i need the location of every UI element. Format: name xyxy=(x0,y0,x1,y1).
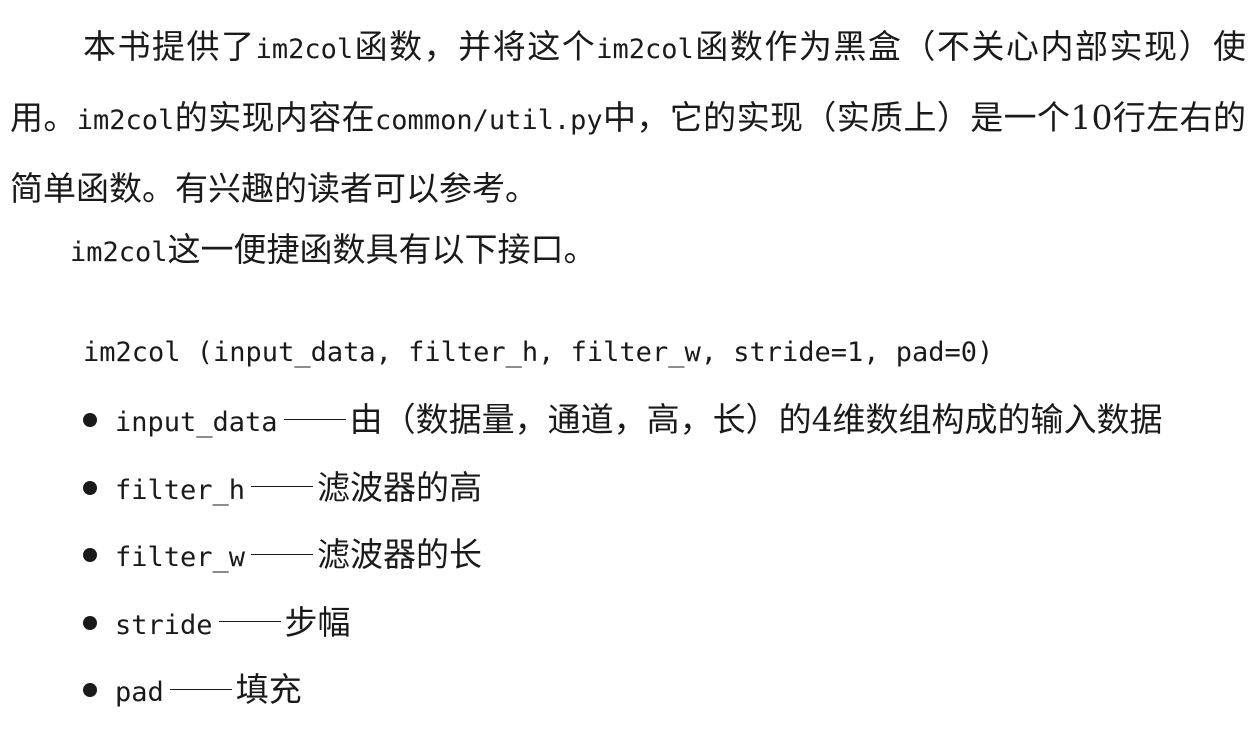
bullet-icon xyxy=(83,615,97,630)
list-item: input_data 由（数据量，通道，高，长）的4维数组构成的输入数据 xyxy=(83,386,1243,454)
code-im2col: im2col xyxy=(70,237,168,268)
book-page: 本书提供了im2col函数，并将这个im2col函数作为黑盒（不关心内部实现）使… xyxy=(0,0,1256,732)
interface-text: 这一便捷函数具有以下接口。 xyxy=(167,230,597,269)
intro-text-4: 的实现内容在 xyxy=(174,98,376,137)
parameter-list: input_data 由（数据量，通道，高，长）的4维数组构成的输入数据 filt… xyxy=(83,386,1243,724)
intro-text-2: 函数，并将这个 xyxy=(353,27,597,66)
param-desc: 由（数据量，通道，高，长）的4维数组构成的输入数据 xyxy=(349,400,1163,439)
em-dash-icon xyxy=(251,553,314,555)
interface-paragraph: im2col这一便捷函数具有以下接口。 xyxy=(70,216,1240,287)
code-im2col: im2col xyxy=(76,105,175,136)
param-desc: 滤波器的长 xyxy=(317,535,483,574)
param-desc: 滤波器的高 xyxy=(317,467,483,507)
param-name: stride xyxy=(115,609,213,641)
intro-paragraph: 本书提供了im2col函数，并将这个im2col函数作为黑盒（不关心内部实现）使… xyxy=(10,13,1246,223)
intro-text-1: 本书提供了 xyxy=(83,27,256,66)
param-name: pad xyxy=(115,677,164,708)
list-item: pad 填充 xyxy=(83,656,1243,724)
function-signature: im2col (input_data, filter_h, filter_w, … xyxy=(83,337,994,368)
param-desc: 步幅 xyxy=(284,602,351,642)
em-dash-icon xyxy=(218,621,281,622)
bullet-icon xyxy=(83,548,97,562)
bullet-icon xyxy=(83,413,97,427)
bullet-icon xyxy=(83,683,97,697)
list-item: stride 步幅 xyxy=(83,589,1243,657)
param-desc: 填充 xyxy=(235,670,302,709)
code-im2col: im2col xyxy=(255,34,354,65)
list-item: filter_h 滤波器的高 xyxy=(83,454,1243,522)
list-item: filter_w 滤波器的长 xyxy=(83,521,1243,589)
bullet-icon xyxy=(83,480,97,495)
em-dash-icon xyxy=(251,486,314,487)
code-im2col: im2col xyxy=(596,34,694,65)
param-name: input_data xyxy=(115,407,278,438)
param-name: filter_w xyxy=(115,542,246,573)
em-dash-icon xyxy=(169,688,232,690)
param-name: filter_h xyxy=(115,474,246,506)
code-util-path: common/util.py xyxy=(375,105,603,136)
em-dash-icon xyxy=(283,418,346,420)
